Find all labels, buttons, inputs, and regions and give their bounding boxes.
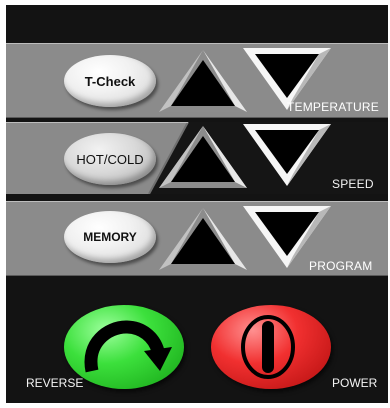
program-up-icon[interactable] xyxy=(159,208,247,270)
temperature-up-icon[interactable] xyxy=(159,50,247,112)
power-bar-icon xyxy=(241,315,295,379)
program-strip: MEMORY PROGRAM xyxy=(6,201,388,276)
memory-button[interactable]: MEMORY xyxy=(64,211,156,263)
speed-strip: HOT/COLD SPEED xyxy=(6,122,388,194)
power-button[interactable] xyxy=(211,305,331,389)
temperature-label: TEMPERATURE xyxy=(287,100,379,114)
speed-label: SPEED xyxy=(332,177,374,191)
speed-up-icon[interactable] xyxy=(159,126,247,188)
program-label: PROGRAM xyxy=(309,259,373,273)
remote-control-panel: T-Check TEMPERATURE HOT/COLD SPEED MEMOR… xyxy=(6,5,388,403)
speed-down-icon[interactable] xyxy=(243,124,331,186)
t-check-button[interactable]: T-Check xyxy=(64,55,156,107)
temperature-strip: T-Check TEMPERATURE xyxy=(6,43,388,118)
power-label: POWER xyxy=(332,376,378,390)
reverse-label: REVERSE xyxy=(26,376,84,390)
hot-cold-button[interactable]: HOT/COLD xyxy=(64,133,156,185)
